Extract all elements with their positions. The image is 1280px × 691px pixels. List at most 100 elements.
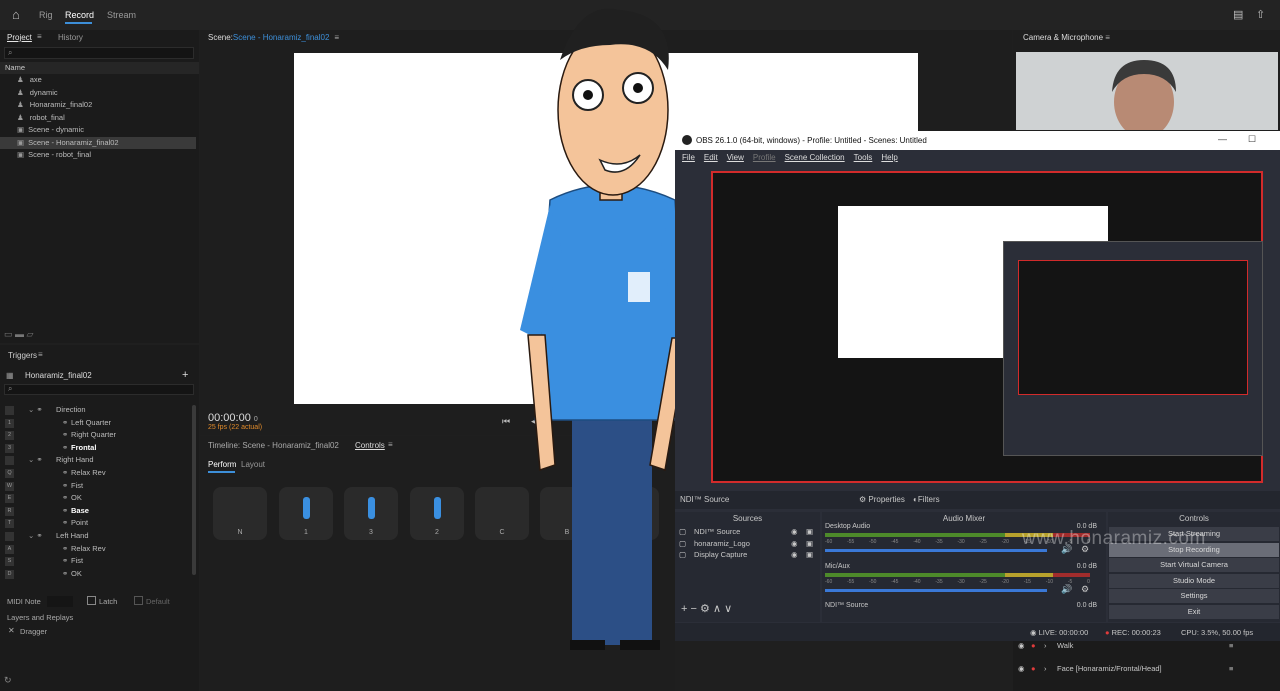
home-icon[interactable]: ⌂ — [12, 7, 26, 22]
trigger-row[interactable]: E ⚭ OK — [0, 492, 190, 505]
obs-menu-item[interactable]: Edit — [704, 153, 718, 162]
refresh-icon[interactable]: ↻ — [4, 675, 12, 686]
project-panel: Project ≡ History ⌕ Name ♟ axe ♟ dynamic ♟… — [0, 30, 199, 343]
trigger-row[interactable]: W ⚭ Fist — [0, 480, 190, 493]
lock-icon[interactable]: ▣ — [806, 538, 813, 550]
add-trigger-button[interactable]: + — [182, 369, 188, 381]
camera-menu-icon[interactable]: ≡ — [1105, 33, 1110, 42]
tab-perform[interactable]: Perform — [208, 460, 236, 469]
trigger-tile[interactable]: 3 — [344, 487, 398, 540]
trigger-row[interactable]: D ⚭ OK — [0, 568, 190, 581]
visibility-icon[interactable]: ◉ — [791, 538, 798, 550]
visibility-icon[interactable]: ◉ — [791, 549, 798, 561]
filters-button[interactable]: ◐Filters — [913, 495, 940, 504]
project-item[interactable]: ▣ Scene - robot_final — [0, 149, 199, 162]
latch-checkbox[interactable] — [87, 596, 96, 605]
channel-settings-icon[interactable]: ⚙ — [1081, 584, 1089, 595]
visibility-icon[interactable]: ◉ — [791, 526, 798, 538]
close-icon[interactable]: ✕ — [8, 626, 15, 635]
obs-source-item[interactable]: ▢ honaramiz_Logo ◉ ▣ — [675, 538, 820, 550]
volume-slider[interactable] — [825, 549, 1047, 552]
obs-source-item[interactable]: ▢ Display Capture ◉ ▣ — [675, 549, 820, 561]
triggers-search-input[interactable]: ⌕ — [4, 384, 194, 395]
minimize-icon[interactable]: — — [1218, 134, 1227, 144]
obs-control-button[interactable]: Studio Mode — [1109, 573, 1279, 588]
source-type-icon: ▢ — [679, 527, 687, 536]
trigger-row[interactable]: S ⚭ Fist — [0, 555, 190, 568]
obs-control-button[interactable]: Start Virtual Camera — [1109, 558, 1279, 572]
default-checkbox[interactable] — [134, 596, 143, 605]
trigger-row[interactable]: 1 ⚭ Left Quarter — [0, 417, 190, 430]
tab-history[interactable]: History — [58, 33, 83, 42]
project-item[interactable]: ♟ dynamic — [0, 87, 199, 100]
obs-control-button[interactable]: Settings — [1109, 589, 1279, 603]
lock-icon[interactable]: ▣ — [806, 549, 813, 561]
layer-menu-icon[interactable]: ≡ — [1229, 641, 1233, 650]
up-icon[interactable]: ∧ — [713, 603, 721, 615]
menu-icon[interactable]: ≡ — [37, 32, 42, 41]
expand-icon[interactable]: › — [1044, 641, 1047, 650]
new-folder-icon[interactable]: ▭ ▬ ▱ — [4, 329, 33, 340]
settings-icon[interactable]: ⚙ — [700, 603, 710, 615]
workspace-record[interactable]: Record — [65, 10, 94, 20]
obs-menu-item[interactable]: File — [682, 153, 695, 162]
timeline-tab[interactable]: Timeline: Scene - Honaramiz_final02 — [208, 441, 339, 450]
volume-slider[interactable] — [825, 589, 1047, 592]
obs-menu-item[interactable]: View — [727, 153, 744, 162]
obs-control-button[interactable]: Exit — [1109, 604, 1279, 619]
obs-source-item[interactable]: ▢ NDI™ Source ◉ ▣ — [675, 526, 820, 538]
obs-preview[interactable] — [711, 171, 1263, 483]
trigger-tile[interactable]: 1 — [279, 487, 333, 540]
trigger-row[interactable]: T ⚭ Point — [0, 517, 190, 530]
trigger-row[interactable]: ⌄ ⚭ Left Hand — [0, 530, 190, 543]
scene-name[interactable]: Scene - Honaramiz_final02 — [233, 33, 330, 42]
speaker-icon[interactable]: 🔊 — [1061, 584, 1072, 595]
tab-layout[interactable]: Layout — [241, 460, 265, 469]
workspace-stream[interactable]: Stream — [107, 10, 136, 20]
expand-icon[interactable]: › — [1044, 664, 1047, 673]
trigger-row[interactable]: 3 ⚭ Frontal — [0, 442, 190, 455]
trigger-label: Frontal — [71, 442, 97, 452]
layer-row[interactable]: ◉ ● › Walk ≡ — [1013, 641, 1280, 655]
project-item-selected[interactable]: ▣ Scene - Honaramiz_final02 — [0, 136, 196, 149]
midi-note-input[interactable] — [47, 596, 73, 607]
controls-menu-icon[interactable]: ≡ — [388, 440, 393, 449]
feedback-icon[interactable]: ▤ — [1233, 8, 1243, 21]
tab-project[interactable]: Project — [7, 33, 32, 42]
obs-menu-item[interactable]: Scene Collection — [785, 153, 845, 162]
pose-thumbnail — [303, 497, 310, 519]
trigger-row[interactable]: 2 ⚭ Right Quarter — [0, 429, 190, 442]
scene-menu-icon[interactable]: ≡ — [334, 33, 339, 42]
workspace-rig[interactable]: Rig — [39, 10, 53, 20]
down-icon[interactable]: ∨ — [724, 603, 732, 615]
triggers-menu-icon[interactable]: ≡ — [38, 350, 43, 359]
trigger-row[interactable]: A ⚭ Relax Rev — [0, 543, 190, 556]
trigger-row[interactable]: Q ⚭ Relax Rev — [0, 467, 190, 480]
visibility-icon[interactable]: ◉ — [1018, 641, 1025, 650]
obs-menu-item[interactable]: Profile — [753, 153, 776, 162]
trigger-tile[interactable]: 2 — [410, 487, 464, 540]
triggers-scrollbar[interactable] — [192, 405, 196, 575]
column-header-name[interactable]: Name — [0, 62, 199, 74]
project-item[interactable]: ▣ Scene - dynamic — [0, 124, 199, 137]
obs-menu-item[interactable]: Tools — [854, 153, 873, 162]
project-search-input[interactable]: ⌕ — [4, 47, 194, 59]
trigger-row[interactable]: R ⚭ Base — [0, 505, 190, 518]
project-item[interactable]: ♟ Honaramiz_final02 — [0, 99, 199, 112]
project-item[interactable]: ♟ axe — [0, 74, 199, 87]
lock-icon[interactable]: ▣ — [806, 526, 813, 538]
share-icon[interactable]: ⇧ — [1256, 8, 1265, 21]
maximize-icon[interactable]: ☐ — [1248, 134, 1256, 145]
tab-controls[interactable]: Controls — [355, 441, 385, 450]
layer-row[interactable]: ◉ ● › Face [Honaramiz/Frontal/Head] ≡ — [1013, 664, 1280, 678]
trigger-tile[interactable]: N — [213, 487, 267, 540]
trigger-row[interactable]: ⌄ ⚭ Right Hand — [0, 454, 190, 467]
visibility-icon[interactable]: ◉ — [1018, 664, 1025, 673]
layer-menu-icon[interactable]: ≡ — [1229, 664, 1233, 673]
trigger-row[interactable]: ⌄ ⚭ Direction — [0, 404, 190, 417]
add-icon[interactable]: + — [681, 603, 687, 615]
properties-button[interactable]: ⚙ Properties — [859, 495, 905, 504]
remove-icon[interactable]: − — [691, 603, 697, 615]
obs-menu-item[interactable]: Help — [881, 153, 897, 162]
project-item[interactable]: ♟ robot_final — [0, 112, 199, 125]
